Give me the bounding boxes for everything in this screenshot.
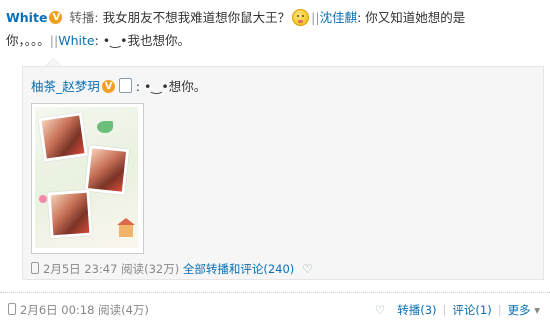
heart-icon[interactable]: ♡ [375,303,385,317]
comment-button[interactable]: 评论(1) [452,303,491,317]
quoted-text: : •‿•想你。 [135,79,207,94]
phone-icon [31,262,39,274]
separator: || [49,33,59,48]
quoted-date[interactable]: 2月5日 23:47 [43,262,117,276]
reply-text-cont: 你，。。。 [6,33,50,48]
photo-frame [47,189,93,239]
phone-icon [8,303,16,315]
footer-meta: 2月6日 00:18 阅读(4万) [8,302,149,318]
photo-frame [38,112,88,162]
divider: | [497,303,502,317]
all-reposts-link[interactable]: 全部转播和评论(240) [183,262,294,276]
quoted-photo[interactable] [31,103,144,254]
post-footer: 2月6日 00:18 阅读(4万) ♡ 转播(3) | 评论(1) | 更多 [0,292,550,328]
quoted-meta: 2月5日 23:47 阅读(32万) 全部转播和评论(240) ♡ [31,261,313,277]
reply2-author[interactable]: White [58,33,94,48]
id-card-icon [118,78,132,93]
house-decoration [117,218,135,237]
photo-frame [84,145,130,195]
reply-author[interactable]: 沈佳麒 [320,10,358,25]
flower-decoration [39,195,47,203]
reply-text: : 你又知道她想的是 [357,10,466,25]
heart-icon[interactable]: ♡ [302,262,313,276]
quote-arrow [45,58,61,66]
verified-icon [101,77,115,97]
photo-collage [35,107,138,248]
post-text-line-1: White 转播: 我女朋友不想我难道想你鼠大王？ ||沈佳麒: 你又知道她想的是 [6,8,465,28]
repost-button[interactable]: 转播(3) [397,303,436,317]
reply2-text: : •‿•我也想你。 [94,33,191,48]
post-author[interactable]: White [6,10,47,25]
separator: || [311,10,320,25]
more-button[interactable]: 更多 [508,303,540,317]
weibo-post: White 转播: 我女朋友不想我难道想你鼠大王？||沈佳麒: 你又知道她想的是… [0,0,550,327]
quoted-reads: 阅读(32万) [121,262,180,276]
quoted-post: 柚茶_赵梦玥 : •‿•想你。 2月5日 23:47 阅读(32万) 全部转播和评… [22,66,544,280]
quoted-text-line: 柚茶_赵梦玥 : •‿•想你。 [31,77,206,97]
verified-icon [49,8,63,28]
repost-label: 转播: [69,10,99,25]
divider: | [442,303,447,317]
post-reads: 阅读(4万) [98,303,149,317]
quoted-author[interactable]: 柚茶_赵梦玥 [31,79,100,94]
footer-actions: ♡ 转播(3) | 评论(1) | 更多 [375,302,540,318]
post-text: 我女朋友不想我难道想你鼠大王？ [102,10,291,25]
post-date[interactable]: 2月6日 00:18 [20,303,94,317]
bird-decoration [97,121,113,133]
smile-emoji-icon [292,9,310,26]
post-text-line-2: 你，。。。||White: •‿•我也想你。 [6,31,190,51]
